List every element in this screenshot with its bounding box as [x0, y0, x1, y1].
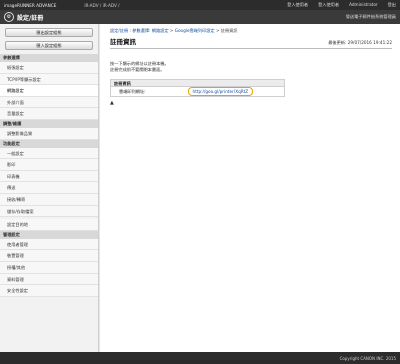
login-user-link[interactable]: 登入使用者: [318, 2, 339, 8]
sidebar-item-display[interactable]: TCP/IP等顯示設定: [0, 73, 98, 86]
sidebar-item-network[interactable]: 網路設定: [0, 85, 98, 97]
app-title: 設定/註冊: [17, 14, 44, 22]
main-content: 設定/註冊 : 參數選擇: 網路設定 > Google雲端列印設定 > 註冊資訊…: [100, 24, 400, 352]
sidebar-item-image-quality[interactable]: 調整影像品質: [0, 127, 98, 140]
sidebar-section-preferences: 參數選擇: [0, 54, 98, 62]
title-bar: ⚙ 設定/註冊 發送電子郵件給系統管理員: [0, 10, 400, 24]
sidebar-item-volume[interactable]: 音量設定: [0, 108, 98, 120]
registration-url-row: 雲端印列網址: http://goo.gl/printer/XqRtZ: [111, 87, 284, 96]
instruction-line-2: 註冊完成前不要關閉本畫面。: [110, 67, 165, 72]
registration-url-link[interactable]: http://goo.gl/printer/XqRtZ: [187, 87, 254, 96]
footer: Copyright CANON INC. 2015: [0, 352, 400, 364]
sidebar-item-security[interactable]: 安全性設定: [0, 285, 98, 297]
sidebar-item-paper[interactable]: 紙張設定: [0, 62, 98, 74]
sidebar-item-receive[interactable]: 接收/轉寄: [0, 193, 98, 206]
page-header: 註冊資訊 最後更新: 29/07/2016 19:41:22: [110, 36, 392, 49]
top-links: 登入使用者 登入使用者 Administrator 登出: [287, 2, 396, 8]
brand-name: imageRUNNER ADVANCE: [4, 2, 57, 8]
sidebar-item-store[interactable]: 儲存/存取檔案: [0, 205, 98, 218]
breadcrumb-current: 註冊資訊: [220, 28, 238, 33]
sidebar-item-printer[interactable]: 印表機: [0, 170, 98, 183]
settings-icon: ⚙: [4, 12, 14, 22]
sidebar-item-interface[interactable]: 外部介面: [0, 96, 98, 109]
top-bar: imageRUNNER ADVANCE iR-ADV / iR-ADV / 登入…: [0, 0, 400, 10]
export-config-button[interactable]: 匯出設定組態: [5, 28, 93, 37]
breadcrumb-cloud-print[interactable]: Google雲端列印設定: [175, 28, 215, 33]
sidebar-item-license[interactable]: 授權/其他: [0, 261, 98, 274]
sidebar-section-management: 管理設定: [0, 230, 98, 239]
sidebar-item-destination[interactable]: 設定目的地: [0, 219, 98, 231]
breadcrumb: 設定/註冊 : 參數選擇: 網路設定 > Google雲端列印設定 > 註冊資訊: [110, 28, 392, 34]
sidebar-section-adjust: 調整/維護: [0, 119, 98, 128]
back-to-top-icon[interactable]: ▲: [110, 100, 392, 106]
sidebar-item-copy[interactable]: 影印: [0, 159, 98, 171]
login-user-label: 登入使用者: [287, 2, 309, 7]
sidebar-item-general[interactable]: 一般設定: [0, 147, 98, 160]
import-config-button[interactable]: 匯入設定組態: [5, 41, 93, 50]
sidebar-item-user-mgmt[interactable]: 使用者管理: [0, 238, 98, 251]
registration-url-label: 雲端印列網址:: [119, 88, 146, 94]
sidebar-item-device-mgmt[interactable]: 裝置管理: [0, 250, 98, 262]
last-updated: 最後更新: 29/07/2016 19:41:22: [328, 40, 392, 45]
admin-name: Administrator: [349, 2, 378, 7]
registration-box-header: 註冊資訊: [111, 80, 284, 87]
copyright: Copyright CANON INC. 2015: [339, 355, 396, 361]
sidebar-item-data-mgmt[interactable]: 資料管理: [0, 273, 98, 286]
page-title: 註冊資訊: [110, 38, 136, 46]
device-host: iR-ADV / iR-ADV /: [84, 2, 120, 8]
logout-link[interactable]: 登出: [388, 2, 396, 8]
instructions: 按一下顯示的網址以註冊本機。 註冊完成前不要關閉本畫面。: [110, 61, 392, 73]
sidebar-item-send[interactable]: 傳送: [0, 182, 98, 194]
breadcrumb-network[interactable]: 參數選擇: 網路設定: [132, 28, 168, 33]
breadcrumb-settings[interactable]: 設定/註冊: [110, 28, 128, 33]
registration-info-box: 註冊資訊 雲端印列網址: http://goo.gl/printer/XqRtZ: [110, 79, 285, 97]
sidebar-section-function: 功能設定: [0, 139, 98, 148]
sidebar: 匯出設定組態 匯入設定組態 參數選擇 紙張設定 TCP/IP等顯示設定 網路設定…: [0, 24, 99, 352]
mail-admin-link[interactable]: 發送電子郵件給系統管理員: [346, 14, 396, 20]
